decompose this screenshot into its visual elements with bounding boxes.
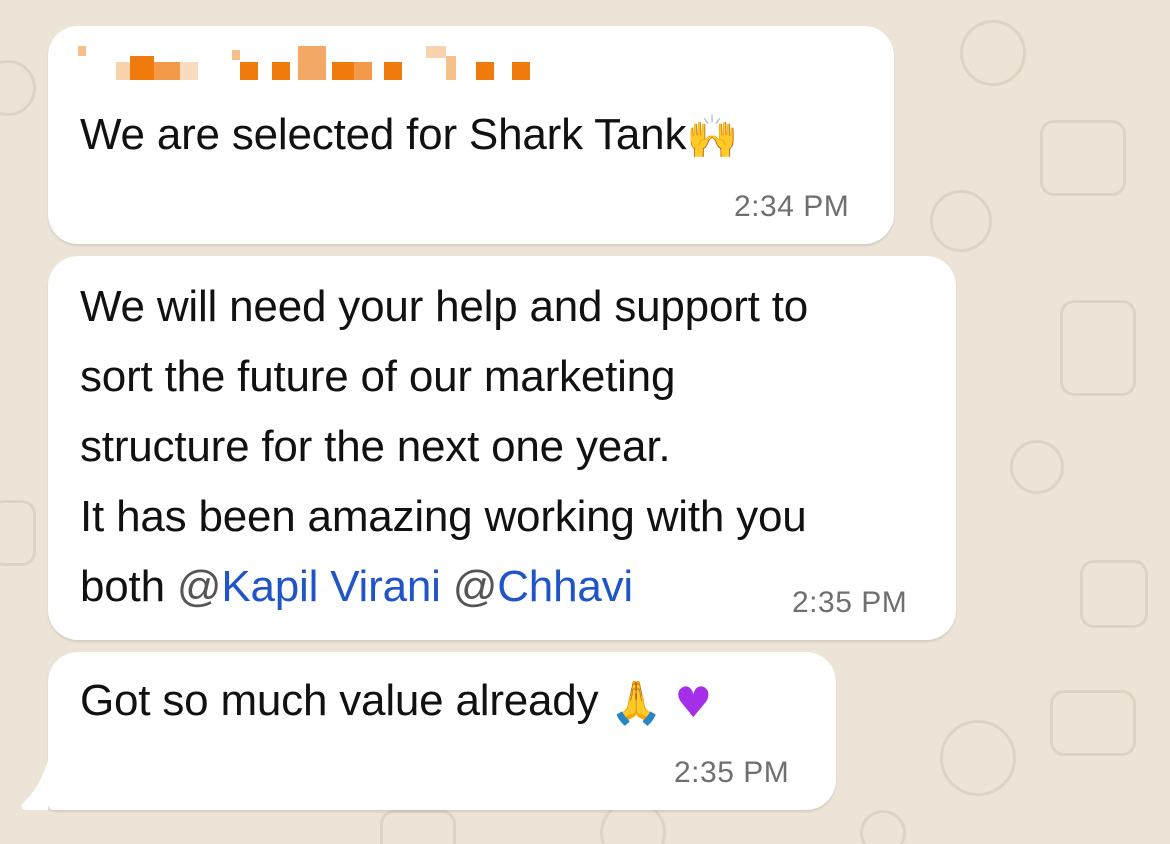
message-bubble[interactable]: We will need your help and support to so… xyxy=(48,256,956,640)
message-text: Got so much value already 🙏 ♥ xyxy=(80,666,712,738)
raising-hands-icon: 🙌 xyxy=(686,112,739,162)
purple-heart-icon: ♥ xyxy=(674,678,713,728)
message-line-mentions: both @Kapil Virani @Chhavi xyxy=(80,552,808,622)
message-list[interactable]: We are selected for Shark Tank🙌 2:34 PM … xyxy=(0,0,1170,844)
mention-at-symbol: @ xyxy=(176,562,222,611)
message-text: We will need your help and support to so… xyxy=(80,272,808,622)
mention-chhavi[interactable]: Chhavi xyxy=(497,562,633,611)
message-bubble[interactable]: Got so much value already 🙏 ♥ 2:35 PM xyxy=(48,652,836,810)
bubble-tail xyxy=(21,760,48,810)
mention-kapil-virani[interactable]: Kapil Virani xyxy=(221,562,441,611)
message-timestamp: 2:35 PM xyxy=(792,586,908,619)
mention-at-symbol: @ xyxy=(452,562,498,611)
message-line-prefix: both xyxy=(80,562,177,611)
message-line: We will need your help and support to xyxy=(80,282,809,331)
message-text: We are selected for Shark Tank🙌 xyxy=(80,100,739,172)
message-line: sort the future of our marketing xyxy=(80,352,676,401)
message-line: It has been amazing working with you xyxy=(80,492,807,541)
message-text-content: Got so much value already xyxy=(80,676,599,725)
message-timestamp: 2:34 PM xyxy=(734,190,850,223)
message-line: structure for the next one year. xyxy=(80,422,671,471)
folded-hands-icon: 🙏 xyxy=(610,678,663,728)
message-timestamp: 2:35 PM xyxy=(674,756,790,789)
message-bubble[interactable]: We are selected for Shark Tank🙌 2:34 PM xyxy=(48,26,894,244)
message-text-content: We are selected for Shark Tank xyxy=(80,110,687,159)
